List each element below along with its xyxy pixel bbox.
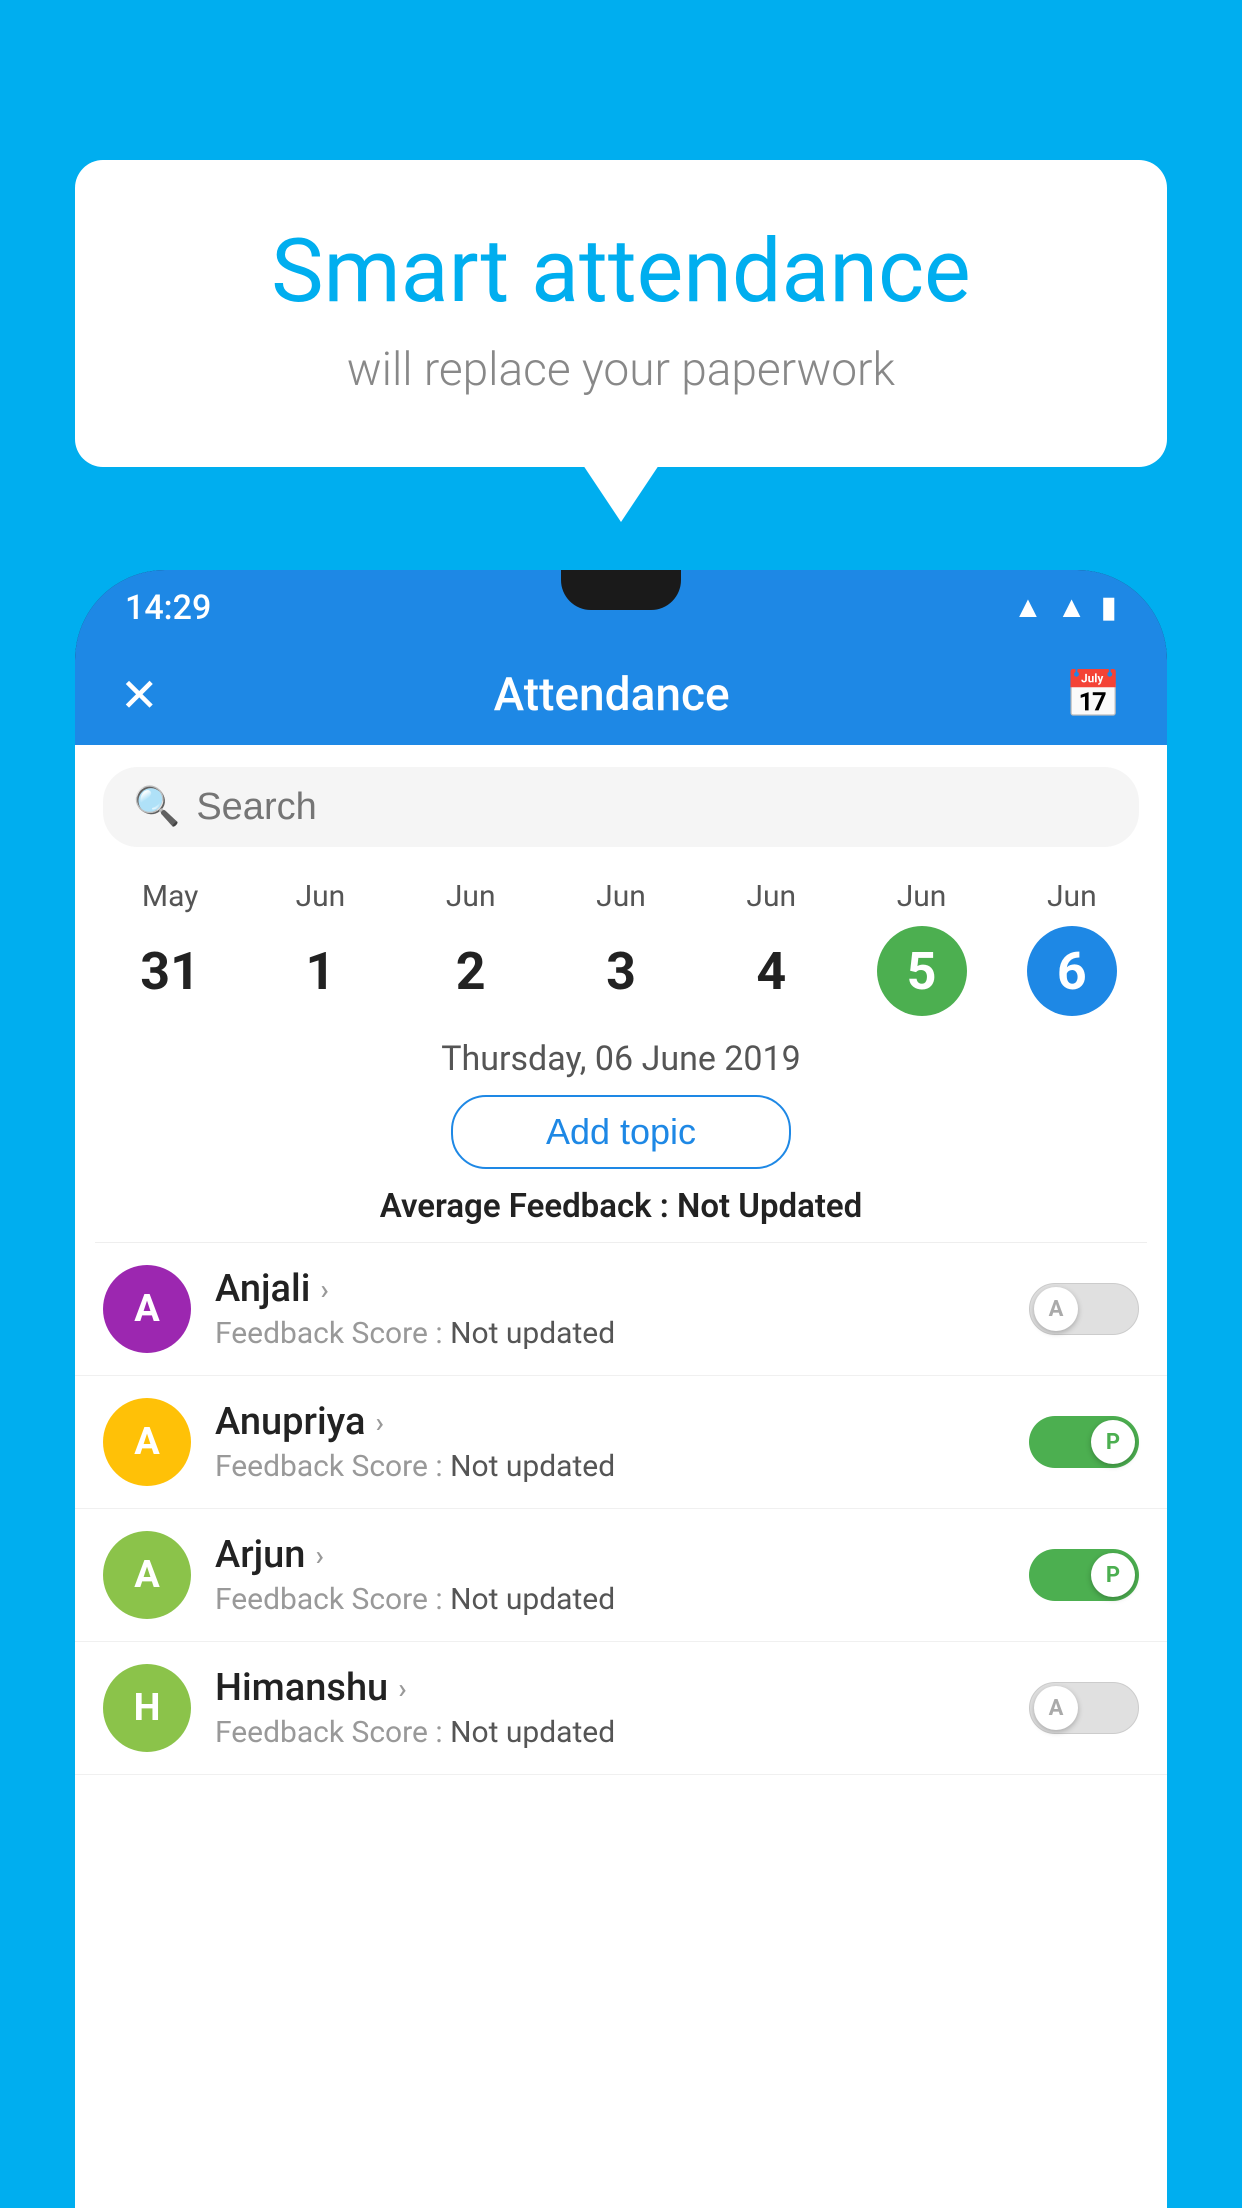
- attendance-toggle[interactable]: P: [1029, 1549, 1139, 1601]
- screen-content: 🔍 May 31 Jun 1 Jun 2 Jun 3 Jun 4 Jun 5 J…: [75, 745, 1167, 2208]
- student-row[interactable]: A Anupriya › Feedback Score : Not update…: [75, 1376, 1167, 1509]
- close-icon[interactable]: ✕: [120, 668, 159, 723]
- speech-bubble: Smart attendance will replace your paper…: [75, 160, 1167, 467]
- toggle-container[interactable]: P: [1029, 1416, 1139, 1468]
- toggle-container[interactable]: A: [1029, 1283, 1139, 1335]
- student-name: Himanshu ›: [215, 1666, 1005, 1710]
- attendance-toggle[interactable]: A: [1029, 1283, 1139, 1335]
- toggle-container[interactable]: P: [1029, 1549, 1139, 1601]
- student-row[interactable]: A Arjun › Feedback Score : Not updated P: [75, 1509, 1167, 1642]
- chevron-icon: ›: [375, 1406, 383, 1439]
- chevron-icon: ›: [315, 1539, 323, 1572]
- calendar-day-6[interactable]: Jun 6: [1027, 879, 1117, 1016]
- status-time: 14:29: [125, 588, 211, 628]
- student-feedback: Feedback Score : Not updated: [215, 1316, 1005, 1351]
- attendance-toggle[interactable]: A: [1029, 1682, 1139, 1734]
- chevron-icon: ›: [320, 1273, 328, 1306]
- student-feedback: Feedback Score : Not updated: [215, 1449, 1005, 1484]
- student-name: Anjali ›: [215, 1267, 1005, 1311]
- speech-bubble-container: Smart attendance will replace your paper…: [75, 160, 1167, 467]
- phone-notch: [561, 570, 681, 610]
- avatar: H: [103, 1664, 191, 1752]
- day-number: 31: [125, 926, 215, 1016]
- app-bar: ✕ Attendance 📅: [75, 645, 1167, 745]
- students-list: A Anjali › Feedback Score : Not updated …: [75, 1243, 1167, 1775]
- student-row[interactable]: A Anjali › Feedback Score : Not updated …: [75, 1243, 1167, 1376]
- day-number: 6: [1027, 926, 1117, 1016]
- month-label: Jun: [446, 879, 496, 914]
- student-info: Anjali › Feedback Score : Not updated: [215, 1267, 1005, 1351]
- feedback-value: Not updated: [450, 1582, 615, 1617]
- avg-feedback-value: Not Updated: [677, 1187, 862, 1226]
- student-feedback: Feedback Score : Not updated: [215, 1715, 1005, 1750]
- average-feedback: Average Feedback : Not Updated: [75, 1187, 1167, 1226]
- toggle-thumb: P: [1091, 1420, 1135, 1464]
- student-info: Arjun › Feedback Score : Not updated: [215, 1533, 1005, 1617]
- month-label: Jun: [897, 879, 947, 914]
- student-info: Himanshu › Feedback Score : Not updated: [215, 1666, 1005, 1750]
- day-number: 2: [426, 926, 516, 1016]
- date-header: Thursday, 06 June 2019: [75, 1039, 1167, 1079]
- student-feedback: Feedback Score : Not updated: [215, 1582, 1005, 1617]
- phone-frame: 14:29 ▲ ▲ ▮ ✕ Attendance 📅 🔍 May 31 Jun …: [75, 570, 1167, 2208]
- toggle-thumb: A: [1034, 1287, 1078, 1331]
- avatar: A: [103, 1265, 191, 1353]
- avatar: A: [103, 1531, 191, 1619]
- signal-icon: ▲: [1057, 590, 1087, 625]
- toggle-thumb: A: [1034, 1686, 1078, 1730]
- feedback-value: Not updated: [450, 1715, 615, 1750]
- month-label: Jun: [746, 879, 796, 914]
- status-icons: ▲ ▲ ▮: [1013, 590, 1117, 625]
- add-topic-button[interactable]: Add topic: [451, 1095, 791, 1169]
- chevron-icon: ›: [398, 1672, 406, 1705]
- calendar-day-1[interactable]: Jun 1: [275, 879, 365, 1016]
- app-bar-title: Attendance: [494, 668, 730, 722]
- calendar-day-5[interactable]: Jun 5: [877, 879, 967, 1016]
- month-label: Jun: [296, 879, 346, 914]
- day-number: 5: [877, 926, 967, 1016]
- avg-feedback-label: Average Feedback :: [380, 1187, 669, 1226]
- month-label: Jun: [1047, 879, 1097, 914]
- feedback-value: Not updated: [450, 1449, 615, 1484]
- battery-icon: ▮: [1100, 590, 1117, 625]
- wifi-icon: ▲: [1013, 590, 1043, 625]
- calendar-strip: May 31 Jun 1 Jun 2 Jun 3 Jun 4 Jun 5 Jun…: [75, 869, 1167, 1021]
- day-number: 3: [576, 926, 666, 1016]
- toggle-container[interactable]: A: [1029, 1682, 1139, 1734]
- sub-title: will replace your paperwork: [155, 343, 1087, 397]
- calendar-icon[interactable]: 📅: [1065, 668, 1122, 722]
- calendar-day-31[interactable]: May 31: [125, 879, 215, 1016]
- month-label: May: [142, 879, 198, 914]
- search-input[interactable]: [196, 786, 1109, 829]
- month-label: Jun: [596, 879, 646, 914]
- main-title: Smart attendance: [155, 220, 1087, 323]
- search-icon: 🔍: [133, 785, 180, 829]
- student-name: Anupriya ›: [215, 1400, 1005, 1444]
- calendar-day-2[interactable]: Jun 2: [426, 879, 516, 1016]
- feedback-value: Not updated: [450, 1316, 615, 1351]
- attendance-toggle[interactable]: P: [1029, 1416, 1139, 1468]
- student-name: Arjun ›: [215, 1533, 1005, 1577]
- day-number: 4: [726, 926, 816, 1016]
- student-info: Anupriya › Feedback Score : Not updated: [215, 1400, 1005, 1484]
- calendar-day-3[interactable]: Jun 3: [576, 879, 666, 1016]
- toggle-thumb: P: [1091, 1553, 1135, 1597]
- calendar-day-4[interactable]: Jun 4: [726, 879, 816, 1016]
- avatar: A: [103, 1398, 191, 1486]
- day-number: 1: [275, 926, 365, 1016]
- student-row[interactable]: H Himanshu › Feedback Score : Not update…: [75, 1642, 1167, 1775]
- search-bar[interactable]: 🔍: [103, 767, 1139, 847]
